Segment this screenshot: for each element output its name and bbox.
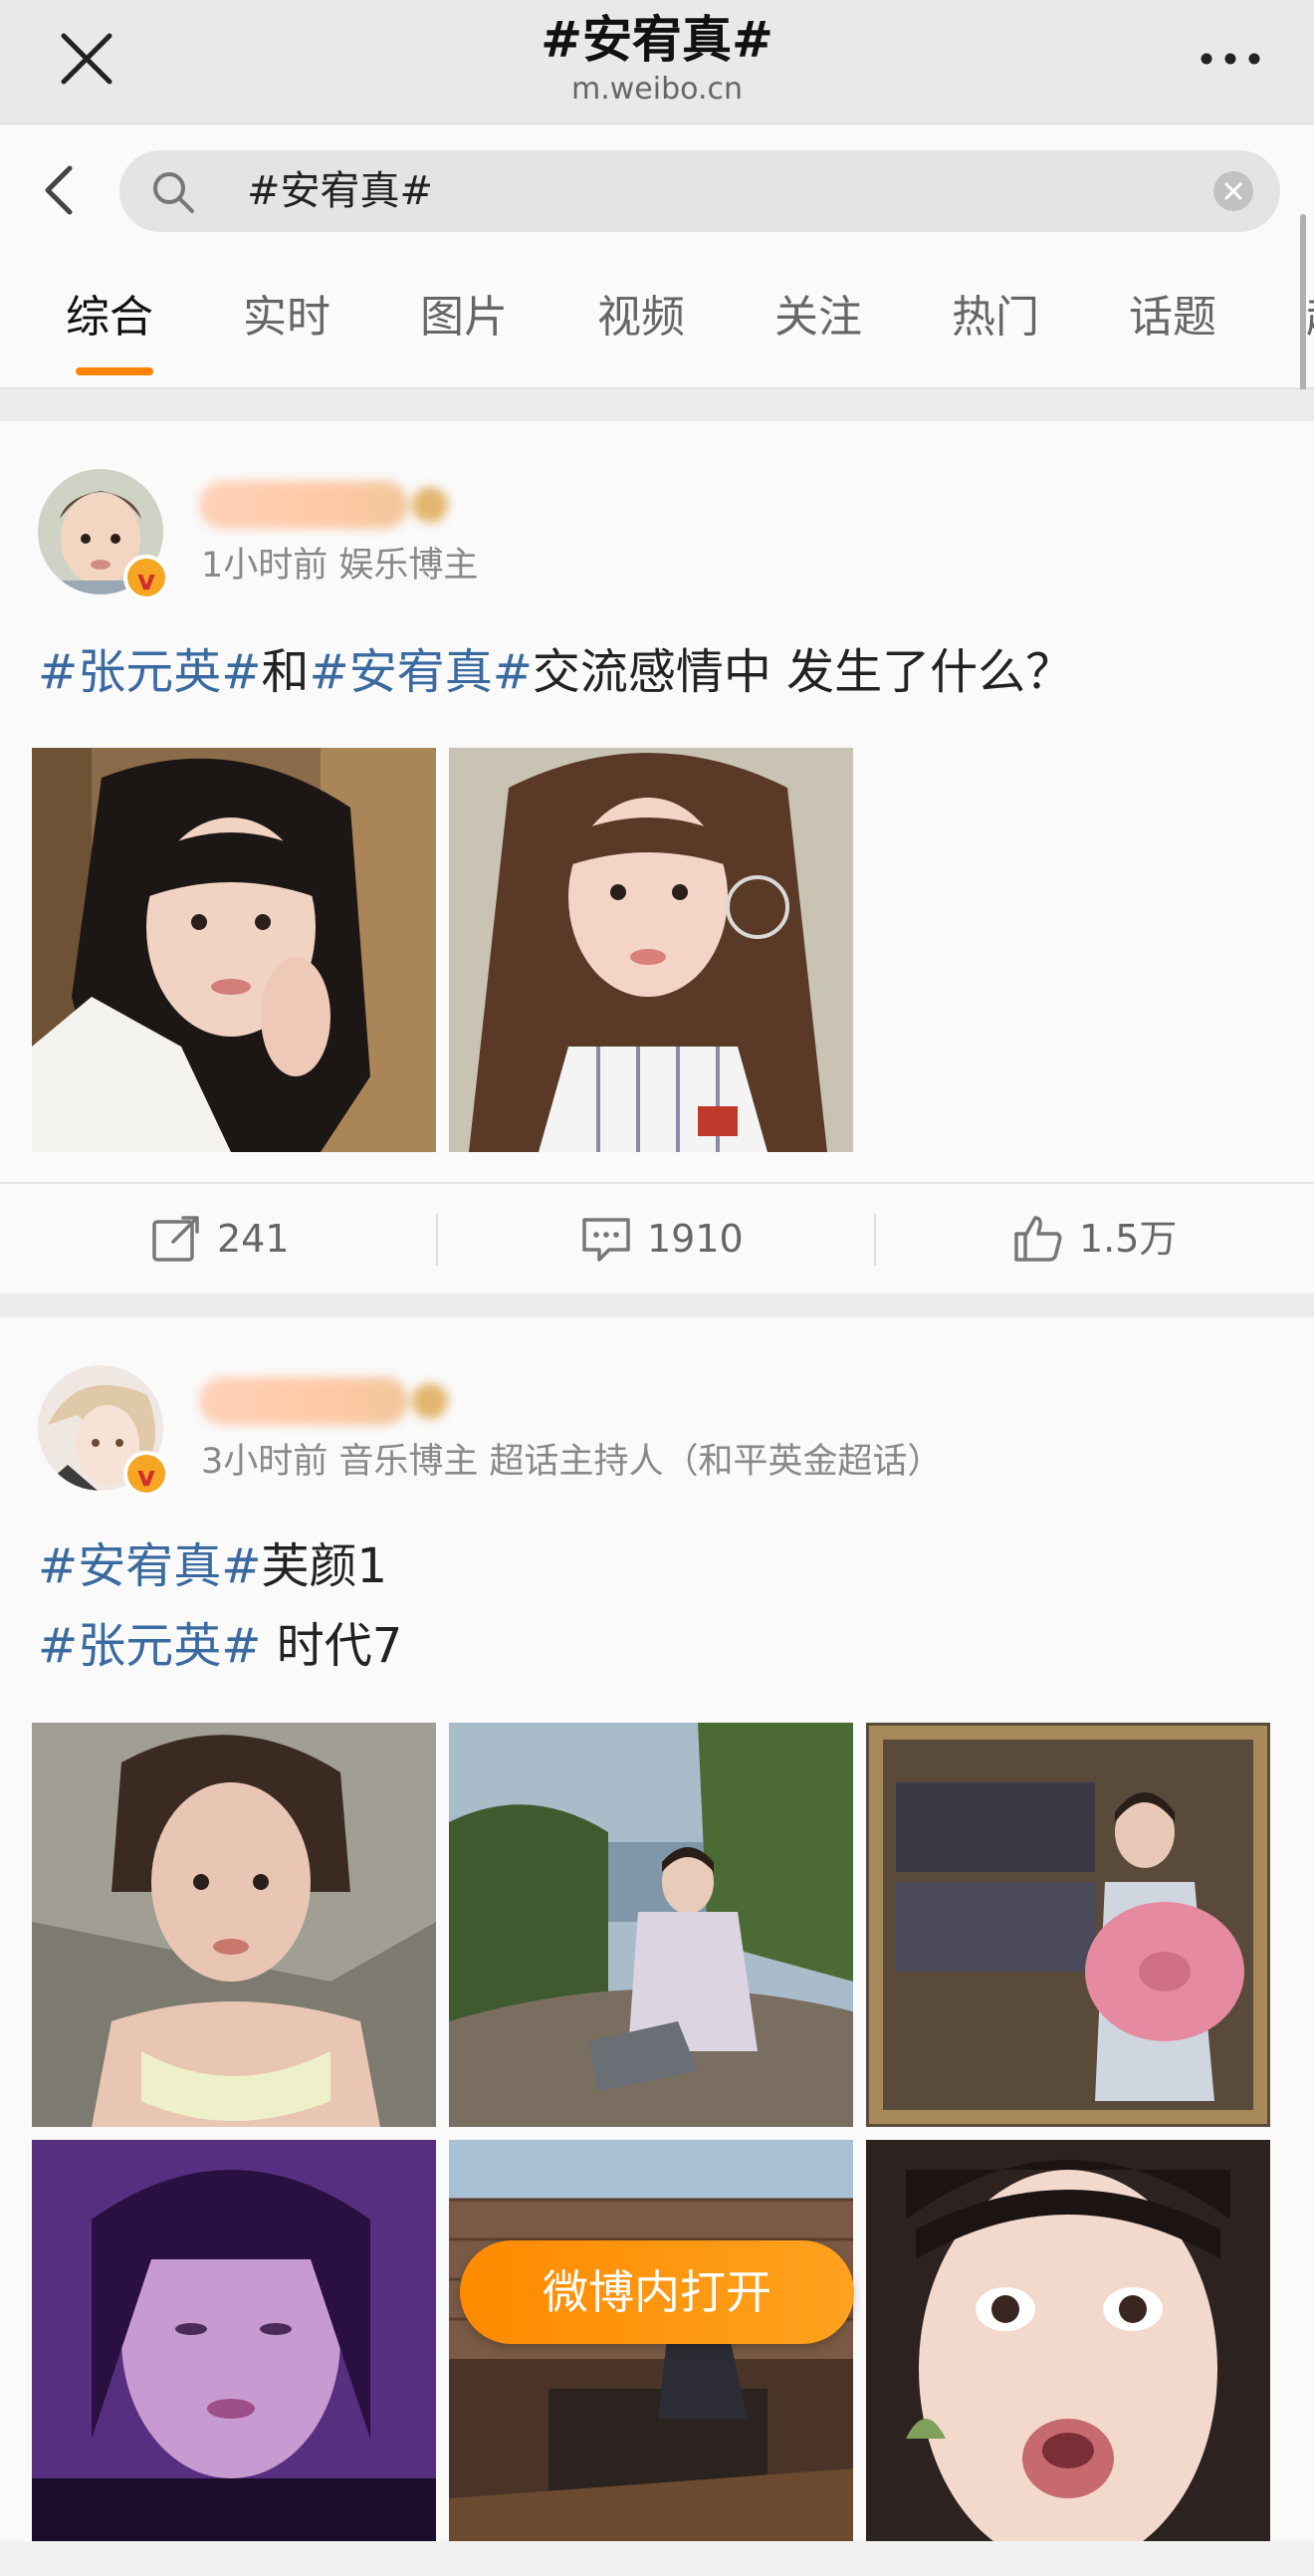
page-title: #安宥真# — [541, 11, 773, 69]
tab-pictures[interactable]: 图片 — [420, 290, 508, 346]
search-row: #安宥真# — [0, 124, 1314, 256]
post-image[interactable] — [32, 748, 436, 1152]
clear-search-icon[interactable] — [1212, 170, 1254, 212]
section-gap — [0, 1293, 1314, 1317]
divider — [436, 1214, 438, 1266]
post-text-part: 时代7 — [261, 1618, 403, 1674]
bottom-strip — [0, 2541, 1314, 2576]
tab-super-topic[interactable]: 超 — [1306, 290, 1314, 346]
post-image[interactable] — [449, 748, 853, 1152]
repost-button[interactable]: 241 — [149, 1184, 290, 1293]
post-image[interactable] — [866, 2140, 1270, 2544]
username-blurred[interactable] — [199, 1377, 448, 1425]
post-meta: 1小时前 娱乐博主 — [201, 546, 479, 585]
post-action-bar: 241 1910 1.5万 — [0, 1182, 1314, 1293]
tab-realtime[interactable]: 实时 — [243, 290, 330, 346]
tab-hot[interactable]: 热门 — [952, 290, 1039, 346]
active-tab-indicator — [76, 367, 153, 375]
hashtag-link[interactable]: #安宥真# — [38, 1538, 261, 1594]
post-image[interactable] — [32, 1723, 436, 2127]
back-arrow-icon[interactable] — [36, 160, 82, 220]
repost-count: 241 — [217, 1217, 290, 1261]
search-input[interactable]: #安宥真# — [119, 150, 1280, 232]
post-text-part: 和 — [261, 644, 310, 700]
post-text: #张元英#和#安宥真#交流感情中 发生了什么？ — [38, 632, 1073, 712]
post-image[interactable] — [449, 1723, 853, 2127]
search-query-text: #安宥真# — [247, 168, 434, 214]
verified-badge-icon: v — [123, 1451, 169, 1497]
comment-icon — [582, 1218, 630, 1262]
search-tabs: 综合 实时 图片 视频 关注 热门 话题 超 — [0, 256, 1314, 389]
section-gap — [0, 389, 1314, 421]
tab-following[interactable]: 关注 — [774, 290, 862, 346]
post-text-part: 交流感情中 发生了什么？ — [532, 644, 1074, 700]
hashtag-link[interactable]: #张元英# — [38, 1618, 261, 1674]
post-card[interactable]: v 3小时前 音乐博主 超话主持人（和平英金超话） #安宥真#芙颜1 #张元英#… — [0, 1317, 1314, 2576]
post-image[interactable] — [32, 2140, 436, 2544]
tab-comprehensive[interactable]: 综合 — [66, 290, 153, 346]
post-text-line: #安宥真#芙颜1 — [38, 1526, 387, 1606]
page-url: m.weibo.cn — [570, 72, 743, 107]
username-blurred[interactable] — [199, 481, 448, 529]
repost-icon — [152, 1216, 199, 1262]
comment-button[interactable]: 1910 — [579, 1184, 744, 1293]
post-meta: 3小时前 音乐博主 超话主持人（和平英金超话） — [201, 1442, 943, 1482]
tab-videos[interactable]: 视频 — [597, 290, 685, 346]
browser-top-bar: #安宥真# m.weibo.cn — [0, 0, 1314, 124]
thumbs-up-icon — [1014, 1216, 1062, 1262]
browser-title-block: #安宥真# m.weibo.cn — [0, 8, 1314, 108]
hashtag-link[interactable]: #安宥真# — [309, 644, 532, 700]
post-text-line: #张元英# 时代7 — [38, 1606, 402, 1686]
search-icon — [149, 168, 197, 216]
post-image[interactable] — [866, 1723, 1270, 2127]
tab-topics[interactable]: 话题 — [1129, 290, 1216, 346]
post-card[interactable]: v 1小时前 娱乐博主 #张元英#和#安宥真#交流感情中 发生了什么？ 241 … — [0, 421, 1314, 1293]
post-text-part: 芙颜1 — [261, 1538, 387, 1594]
open-in-weibo-button[interactable]: 微博内打开 — [460, 2240, 854, 2344]
more-options-icon[interactable] — [1191, 34, 1270, 84]
like-button[interactable]: 1.5万 — [1011, 1184, 1177, 1293]
verified-badge-icon: v — [123, 555, 169, 600]
like-count: 1.5万 — [1079, 1217, 1178, 1261]
divider — [874, 1214, 876, 1266]
comment-count: 1910 — [647, 1217, 744, 1261]
hashtag-link[interactable]: #张元英# — [38, 644, 261, 700]
